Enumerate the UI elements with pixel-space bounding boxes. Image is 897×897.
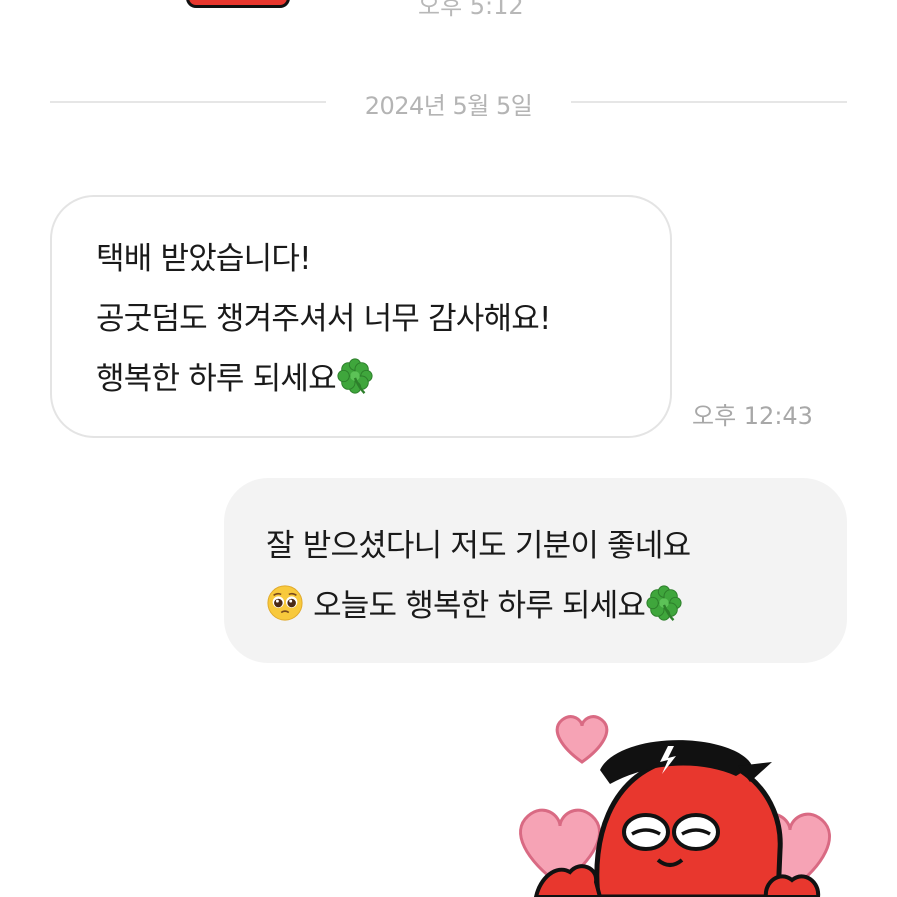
incoming-message-bubble[interactable]: 택배 받았습니다! 공굿덤도 챙겨주셔서 너무 감사해요! 행복한 하루 되세요 <box>50 195 672 438</box>
message-line: 오늘도 행복한 하루 되세요 <box>266 576 847 636</box>
message-line: 잘 받으셨다니 저도 기분이 좋네요 <box>266 528 691 564</box>
message-line: 행복한 하루 되세요 <box>96 349 670 409</box>
message-timestamp: 오후 12:43 <box>692 402 813 430</box>
previous-message-time: 오후 5:12 <box>418 0 524 20</box>
message-text: 행복한 하루 되세요 <box>96 361 337 397</box>
outgoing-message-bubble[interactable]: 잘 받으셨다니 저도 기분이 좋네요 오늘도 행복한 하루 되세요 <box>224 478 847 663</box>
four-leaf-clover-icon <box>336 357 374 395</box>
message-line: 공굿덤도 챙겨주셔서 너무 감사해요! <box>96 301 551 337</box>
date-divider: 2024년 5월 5일 <box>50 84 847 120</box>
heart-icon <box>555 715 609 764</box>
message-line: 택배 받았습니다! <box>96 241 312 277</box>
previous-sticker-edge <box>186 0 290 8</box>
four-leaf-clover-icon <box>645 584 683 622</box>
message-text: 오늘도 행복한 하루 되세요 <box>313 588 646 624</box>
date-label: 2024년 5월 5일 <box>364 92 533 120</box>
red-character-with-hearts-sticker[interactable] <box>500 700 860 897</box>
pleading-face-icon <box>266 584 304 622</box>
divider-line-right <box>571 101 847 103</box>
